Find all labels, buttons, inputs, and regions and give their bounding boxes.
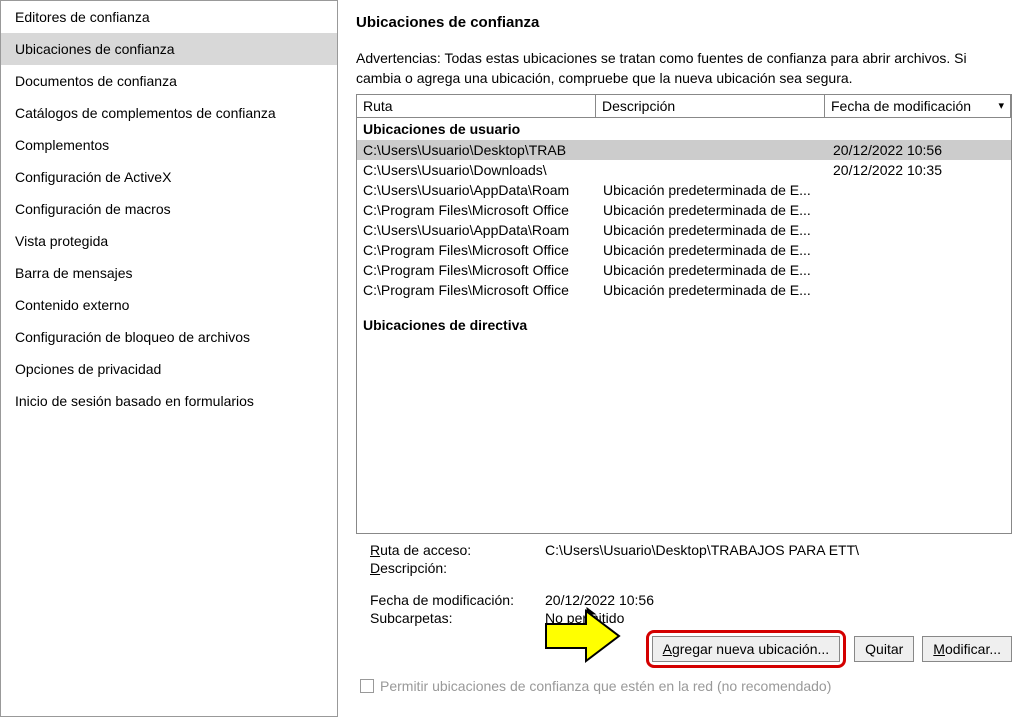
table-row[interactable]: C:\Users\Usuario\AppData\Roam Ubicación … bbox=[357, 220, 1011, 240]
allow-network-checkbox[interactable] bbox=[360, 679, 374, 693]
allow-network-label: Permitir ubicaciones de confianza que es… bbox=[380, 678, 831, 694]
table-row[interactable]: C:\Program Files\Microsoft Office Ubicac… bbox=[357, 240, 1011, 260]
table-row[interactable]: C:\Program Files\Microsoft Office Ubicac… bbox=[357, 280, 1011, 300]
table-row[interactable]: C:\Program Files\Microsoft Office Ubicac… bbox=[357, 200, 1011, 220]
sidebar-item-trusted-locations[interactable]: Ubicaciones de confianza bbox=[1, 33, 337, 65]
warning-text: Advertencias: Todas estas ubicaciones se… bbox=[356, 49, 1012, 88]
highlight-box: Agregar nueva ubicación... bbox=[646, 630, 847, 668]
detail-path-label: Ruta de acceso: bbox=[370, 542, 545, 558]
add-location-button[interactable]: Agregar nueva ubicación... bbox=[652, 636, 841, 662]
remove-button[interactable]: Quitar bbox=[854, 636, 914, 662]
sidebar-item-activex[interactable]: Configuración de ActiveX bbox=[1, 161, 337, 193]
button-row: Agregar nueva ubicación... Quitar Modifi… bbox=[370, 630, 1012, 668]
page-title: Ubicaciones de confianza bbox=[356, 0, 1012, 49]
detail-subfolders-label: Subcarpetas: bbox=[370, 610, 545, 626]
detail-date-value: 20/12/2022 10:56 bbox=[545, 592, 654, 608]
sidebar-item-trusted-documents[interactable]: Documentos de confianza bbox=[1, 65, 337, 97]
main-panel: Ubicaciones de confianza Advertencias: T… bbox=[338, 0, 1024, 717]
table-row[interactable]: C:\Users\Usuario\Downloads\ 20/12/2022 1… bbox=[357, 160, 1011, 180]
detail-desc-label: Descripción: bbox=[370, 560, 545, 576]
locations-grid: Ruta Descripción Fecha de modificación U… bbox=[356, 94, 1012, 534]
detail-date-label: Fecha de modificación: bbox=[370, 592, 545, 608]
sidebar-item-form-signin[interactable]: Inicio de sesión basado en formularios bbox=[1, 385, 337, 417]
header-desc[interactable]: Descripción bbox=[595, 94, 825, 118]
header-path[interactable]: Ruta bbox=[356, 94, 596, 118]
sidebar-item-trusted-publishers[interactable]: Editores de confianza bbox=[1, 1, 337, 33]
header-date[interactable]: Fecha de modificación bbox=[824, 94, 1011, 118]
table-row[interactable]: C:\Users\Usuario\Desktop\TRAB 20/12/2022… bbox=[357, 140, 1011, 160]
sidebar-item-external-content[interactable]: Contenido externo bbox=[1, 289, 337, 321]
details-area: Ruta de acceso: C:\Users\Usuario\Desktop… bbox=[356, 534, 1012, 668]
section-policy-locations: Ubicaciones de directiva bbox=[357, 314, 1011, 336]
sidebar: Editores de confianza Ubicaciones de con… bbox=[0, 0, 338, 717]
allow-network-row: Permitir ubicaciones de confianza que es… bbox=[356, 668, 1012, 694]
detail-path-value: C:\Users\Usuario\Desktop\TRABAJOS PARA E… bbox=[545, 542, 859, 558]
sidebar-item-macros[interactable]: Configuración de macros bbox=[1, 193, 337, 225]
sidebar-item-privacy[interactable]: Opciones de privacidad bbox=[1, 353, 337, 385]
sidebar-item-message-bar[interactable]: Barra de mensajes bbox=[1, 257, 337, 289]
sidebar-item-addins[interactable]: Complementos bbox=[1, 129, 337, 161]
detail-subfolders-value: No permitido bbox=[545, 610, 624, 626]
section-user-locations: Ubicaciones de usuario bbox=[357, 118, 1011, 140]
grid-header: Ruta Descripción Fecha de modificación bbox=[357, 95, 1011, 118]
table-row[interactable]: C:\Users\Usuario\AppData\Roam Ubicación … bbox=[357, 180, 1011, 200]
sidebar-item-file-block[interactable]: Configuración de bloqueo de archivos bbox=[1, 321, 337, 353]
table-row[interactable]: C:\Program Files\Microsoft Office Ubicac… bbox=[357, 260, 1011, 280]
modify-button[interactable]: Modificar... bbox=[922, 636, 1012, 662]
sidebar-item-protected-view[interactable]: Vista protegida bbox=[1, 225, 337, 257]
sidebar-item-addin-catalogs[interactable]: Catálogos de complementos de confianza bbox=[1, 97, 337, 129]
